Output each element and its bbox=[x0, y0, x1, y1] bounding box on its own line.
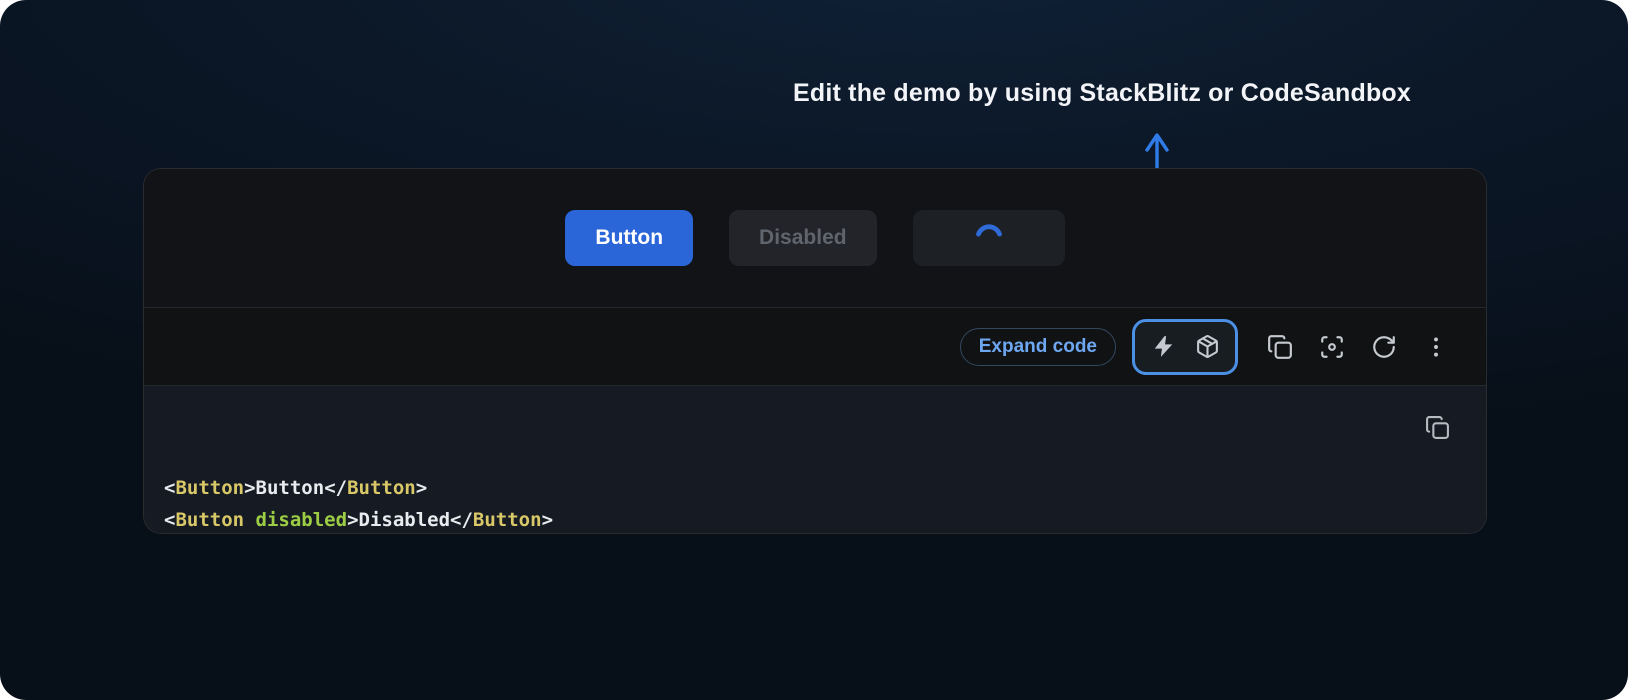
stackblitz-button[interactable] bbox=[1141, 325, 1185, 369]
codesandbox-button[interactable] bbox=[1185, 325, 1229, 369]
page-background-panel: Edit the demo by using StackBlitz or Cod… bbox=[0, 0, 1628, 700]
demo-preview-area: Button Disabled bbox=[144, 169, 1486, 307]
code-line: <Button>Button</Button> bbox=[164, 472, 1486, 504]
more-actions-button[interactable] bbox=[1414, 325, 1458, 369]
refresh-demo-button[interactable] bbox=[1362, 325, 1406, 369]
demo-disabled-button[interactable]: Disabled bbox=[729, 210, 877, 266]
copy-code-button[interactable] bbox=[1258, 325, 1302, 369]
expand-code-button[interactable]: Expand code bbox=[960, 328, 1116, 366]
scan-icon bbox=[1319, 334, 1345, 360]
demo-card: Button Disabled Expand code bbox=[143, 168, 1487, 534]
codesandbox-cube-icon bbox=[1195, 334, 1220, 359]
edit-demo-highlighted-group bbox=[1132, 319, 1238, 375]
copy-icon bbox=[1425, 415, 1450, 440]
code-block: <Button>Button</Button><Button disabled>… bbox=[144, 386, 1486, 534]
demo-primary-button[interactable]: Button bbox=[565, 210, 693, 266]
more-vertical-icon bbox=[1423, 334, 1449, 360]
stackblitz-lightning-icon bbox=[1151, 334, 1176, 359]
code-copy-button[interactable] bbox=[1395, 400, 1450, 458]
standalone-demo-button[interactable] bbox=[1310, 325, 1354, 369]
demo-toolbar: Expand code bbox=[144, 307, 1486, 386]
code-lines: <Button>Button</Button><Button disabled>… bbox=[164, 472, 1486, 534]
callout-text: Edit the demo by using StackBlitz or Cod… bbox=[793, 79, 1411, 108]
loading-spinner-icon bbox=[974, 223, 1004, 253]
refresh-icon bbox=[1371, 334, 1397, 360]
demo-loading-button[interactable] bbox=[913, 210, 1065, 266]
code-line: <Button disabled>Disabled</Button> bbox=[164, 504, 1486, 534]
copy-icon bbox=[1267, 334, 1293, 360]
